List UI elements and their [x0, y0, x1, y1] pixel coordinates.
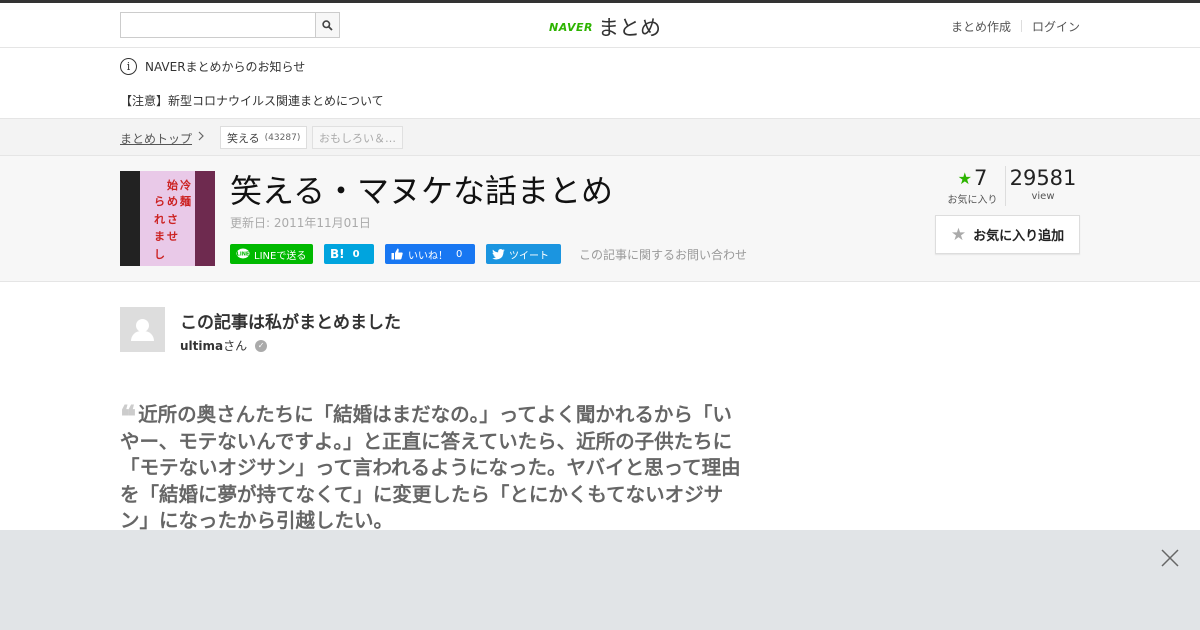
author-heading: この記事は私がまとめました	[180, 313, 401, 333]
facebook-like-label: いいね！	[408, 250, 448, 262]
hatena-count: 0	[352, 248, 360, 260]
create-matome-link[interactable]: まとめ作成	[951, 18, 1011, 35]
tweet-label: ツイート	[509, 250, 549, 262]
hatena-icon: B!	[330, 247, 345, 261]
thumb-char: ま	[154, 230, 165, 243]
author-name[interactable]: ultima さん ✓	[180, 337, 268, 354]
line-share-label: LINEで送る	[254, 250, 307, 262]
contact-link[interactable]: この記事に関するお問い合わせ	[579, 246, 747, 263]
category-tag-omoshiroi[interactable]: おもしろい＆…	[312, 126, 403, 149]
tag-count: (43287)	[264, 132, 301, 143]
line-share-button[interactable]: LINE LINEで送る	[230, 244, 313, 264]
twitter-bird-icon	[492, 248, 505, 259]
ad-banner	[0, 530, 1200, 630]
author-block: この記事は私がまとめました ultima さん ✓	[120, 307, 720, 357]
logo-brand: NAVER	[549, 20, 593, 34]
hatena-bookmark-button[interactable]: B! 0	[324, 244, 374, 264]
notice-message-link[interactable]: 【注意】新型コロナウイルス関連まとめについて	[120, 92, 384, 109]
updated-date: 更新日: 2011年11月01日	[230, 216, 371, 230]
article-title: 笑える・マヌケな話まとめ	[230, 172, 614, 210]
facebook-like-count: 0	[456, 248, 463, 260]
thumb-char: せ	[167, 230, 178, 243]
view-label: view	[1031, 191, 1055, 202]
thumbnail-paper: 始 冷 ら め 麺 れ さ ま せ し	[140, 171, 195, 266]
tag-label: 笑える	[227, 131, 260, 145]
thumb-char: し	[154, 248, 165, 261]
line-icon: LINE	[236, 248, 250, 259]
site-logo[interactable]: NAVER まとめ	[549, 12, 661, 42]
star-icon: ★	[957, 168, 972, 188]
view-stat: 29581 view	[1005, 166, 1080, 206]
thumb-char: ら	[154, 195, 165, 208]
site-header: NAVER まとめ まとめ作成 ログイン	[0, 3, 1200, 48]
close-ad-button[interactable]	[1160, 548, 1180, 568]
notice-title-row[interactable]: i NAVERまとめからのお知らせ	[120, 58, 305, 75]
nav-divider	[1020, 20, 1022, 32]
avatar[interactable]	[120, 307, 165, 352]
article-thumbnail[interactable]: 始 冷 ら め 麺 れ さ ま せ し	[120, 171, 215, 266]
thumbnail-edge	[195, 171, 215, 266]
svg-text:LINE: LINE	[237, 252, 250, 258]
breadcrumb-top-link[interactable]: まとめトップ	[120, 130, 192, 147]
favorite-stat: ★ 7 お気に入り	[940, 166, 1005, 206]
notice-area: i NAVERまとめからのお知らせ 【注意】新型コロナウイルス関連まとめについて	[0, 48, 1200, 118]
search-icon	[322, 19, 333, 31]
info-icon: i	[120, 58, 137, 75]
author-suffix: さん	[223, 339, 248, 353]
header-nav: まとめ作成 ログイン	[951, 18, 1080, 35]
add-favorite-label: お気に入り追加	[973, 229, 1065, 244]
favorite-label: お気に入り	[947, 195, 998, 206]
thumb-char: 麺	[180, 195, 191, 208]
search-input[interactable]	[120, 12, 315, 38]
search-button[interactable]	[315, 12, 340, 38]
logo-name: まとめ	[597, 16, 661, 40]
star-outline-icon: ★	[950, 224, 967, 245]
verified-check-icon: ✓	[255, 339, 268, 352]
thumbs-up-icon	[391, 248, 403, 260]
chevron-right-icon	[197, 130, 205, 145]
facebook-like-button[interactable]: いいね！ 0	[385, 244, 475, 264]
share-buttons: LINE LINEで送る B! 0 いいね！ 0 ツイート この記事に関するお問…	[230, 244, 747, 264]
add-favorite-button[interactable]: ★ お気に入り追加	[935, 215, 1080, 254]
login-link[interactable]: ログイン	[1032, 18, 1080, 35]
tweet-button[interactable]: ツイート	[486, 244, 561, 264]
view-count: 29581	[1009, 166, 1077, 190]
article-stats: ★ 7 お気に入り 29581 view	[940, 166, 1080, 206]
quote-text: 近所の奥さんたちに「結婚はまだなの。」ってよく聞かれるから「いやー、モテないんで…	[120, 403, 741, 532]
close-icon	[1161, 549, 1179, 567]
article-header: 始 冷 ら め 麺 れ さ ま せ し 笑える・マヌケな話まとめ 更新日: 20…	[0, 156, 1200, 282]
author-username: ultima	[180, 338, 224, 353]
category-tag-waraeru[interactable]: 笑える (43287)	[220, 126, 308, 149]
notice-title: NAVERまとめからのお知らせ	[145, 60, 306, 74]
thumb-char: れ	[154, 213, 165, 226]
search-box	[120, 12, 340, 38]
thumb-char: さ	[167, 213, 178, 226]
favorite-count: 7	[973, 166, 988, 190]
thumb-char: 冷	[180, 179, 191, 192]
avatar-body	[131, 331, 154, 341]
thumb-char: 始	[167, 179, 178, 192]
breadcrumb: まとめトップ 笑える (43287) おもしろい＆…	[0, 118, 1200, 156]
quote-block: ❝ 近所の奥さんたちに「結婚はまだなの。」ってよく聞かれるから「いやー、モテないん…	[120, 402, 745, 535]
thumb-char: め	[167, 195, 178, 208]
